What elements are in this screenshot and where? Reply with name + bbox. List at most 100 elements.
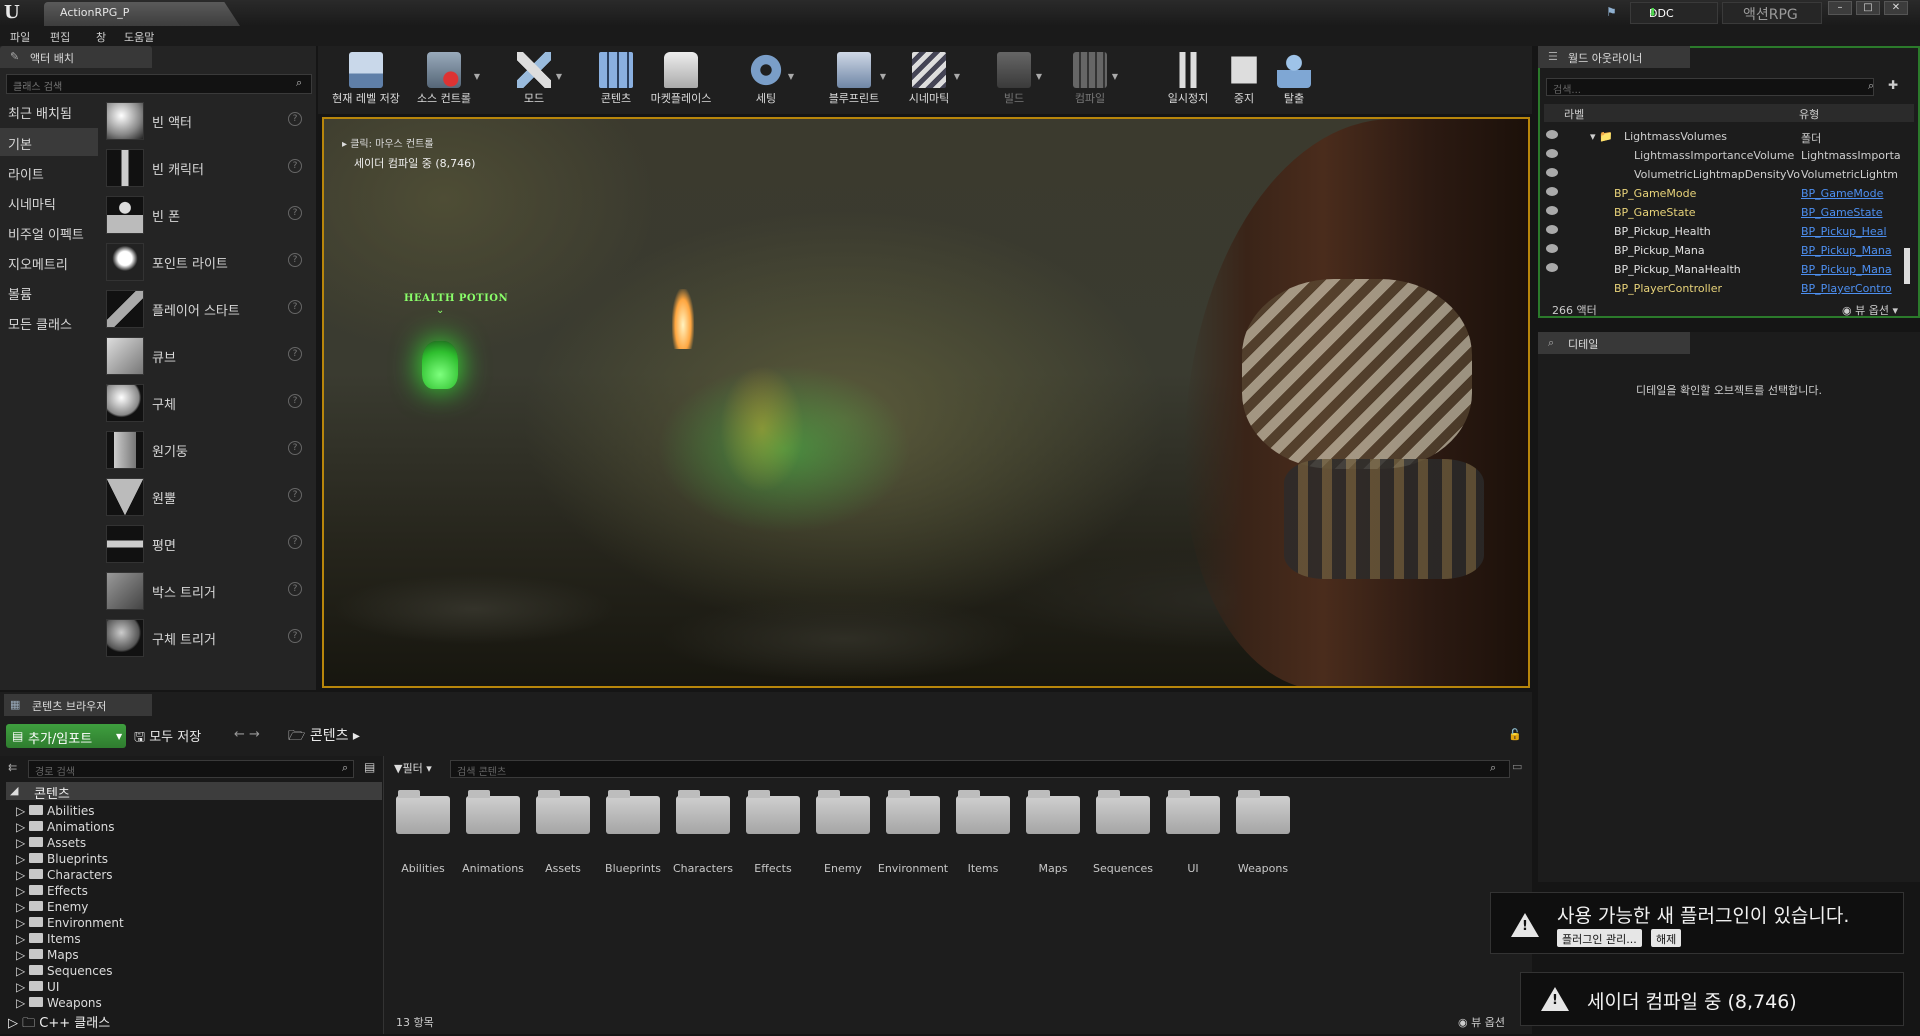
expand-arrow-icon[interactable]: ◢ bbox=[10, 784, 18, 797]
content-button[interactable]: 콘텐츠 bbox=[590, 48, 642, 112]
source-control-button[interactable]: 소스 컨트롤 ▼ bbox=[410, 48, 480, 112]
help-icon[interactable]: ? bbox=[288, 159, 302, 173]
outliner-row[interactable]: BP_Pickup_ManaHealth BP_Pickup_Mana bbox=[1544, 260, 1904, 279]
category-volumes[interactable]: 볼륨 bbox=[0, 278, 98, 306]
place-item-box-trigger[interactable]: 박스 트리거? bbox=[100, 568, 312, 614]
save-level-button[interactable]: 현재 레벨 저장 bbox=[326, 48, 406, 112]
outliner-row[interactable]: ▾ 📁 LightmassVolumes 폴더 bbox=[1544, 127, 1904, 146]
outliner-search-input[interactable]: 검색... bbox=[1546, 78, 1874, 96]
tree-folder-characters[interactable]: ▷ Characters bbox=[16, 868, 113, 884]
asset-folder-weapons[interactable]: Weapons bbox=[1232, 790, 1294, 892]
asset-folder-items[interactable]: Items bbox=[952, 790, 1014, 892]
visibility-eye-icon[interactable] bbox=[1546, 206, 1558, 215]
place-item-point-light[interactable]: 포인트 라이트? bbox=[100, 239, 312, 285]
column-label[interactable]: 라벨 bbox=[1564, 106, 1584, 122]
outliner-row[interactable]: LightmassImportanceVolume LightmassImport… bbox=[1544, 146, 1904, 165]
tree-folder-maps[interactable]: ▷ Maps bbox=[16, 948, 79, 964]
view-list-icon[interactable]: ▤ bbox=[364, 760, 375, 774]
tree-folder-animations[interactable]: ▷ Animations bbox=[16, 820, 114, 836]
chevron-right-icon[interactable]: ▸ bbox=[353, 728, 360, 744]
place-item-empty-pawn[interactable]: 빈 폰? bbox=[100, 192, 312, 238]
visibility-eye-icon[interactable] bbox=[1546, 244, 1558, 253]
outliner-row[interactable]: VolumetricLightmapDensityVo VolumetricLig… bbox=[1544, 165, 1904, 184]
category-recent[interactable]: 최근 배치됨 bbox=[0, 97, 98, 125]
settings-button[interactable]: 세팅 ▼ bbox=[740, 48, 794, 112]
tree-root-content[interactable]: 콘텐츠 bbox=[6, 782, 382, 802]
tree-folder-sequences[interactable]: ▷ Sequences bbox=[16, 964, 113, 980]
path-breadcrumb[interactable]: 🗁 콘텐츠 ▸ bbox=[288, 725, 360, 749]
asset-folder-effects[interactable]: Effects bbox=[742, 790, 804, 892]
help-icon[interactable]: ? bbox=[288, 112, 302, 126]
tree-folder-effects[interactable]: ▷ Effects bbox=[16, 884, 88, 900]
forward-arrow-icon[interactable]: → bbox=[249, 727, 260, 742]
help-icon[interactable]: ? bbox=[288, 206, 302, 220]
content-browser-tab[interactable]: 콘텐츠 브라우저 bbox=[4, 694, 152, 716]
help-icon[interactable]: ? bbox=[288, 441, 302, 455]
build-button[interactable]: 빌드 ▼ bbox=[988, 48, 1042, 112]
category-all-classes[interactable]: 모든 클래스 bbox=[0, 308, 98, 336]
dismiss-button[interactable]: 해제 bbox=[1651, 929, 1682, 947]
cinematics-button[interactable]: 시네마틱 ▼ bbox=[900, 48, 960, 112]
tree-folder-assets[interactable]: ▷ Assets bbox=[16, 836, 86, 852]
ddc-button[interactable]: DDC bbox=[1630, 2, 1718, 24]
save-search-icon[interactable]: ▭ bbox=[1512, 760, 1522, 773]
asset-folder-abilities[interactable]: Abilities bbox=[392, 790, 454, 892]
visibility-eye-icon[interactable] bbox=[1546, 187, 1558, 196]
tree-cpp-classes[interactable]: ▷ 🗀 C++ 클래스 bbox=[8, 1012, 110, 1036]
content-search-input[interactable]: 검색 콘텐츠 bbox=[450, 760, 1510, 778]
manage-plugins-button[interactable]: 플러그인 관리... bbox=[1557, 929, 1642, 947]
outliner-row[interactable]: BP_GameState BP_GameState bbox=[1544, 203, 1904, 222]
help-icon[interactable]: ? bbox=[288, 535, 302, 549]
add-actor-icon[interactable]: ✚ bbox=[1888, 78, 1898, 92]
category-cinematic[interactable]: 시네마틱 bbox=[0, 188, 98, 216]
content-view-options[interactable]: ◉ 뷰 옵션 bbox=[1458, 1014, 1505, 1030]
tree-folder-enemy[interactable]: ▷ Enemy bbox=[16, 900, 88, 916]
menu-window[interactable]: 창 bbox=[96, 29, 106, 45]
details-tab[interactable]: 디테일 bbox=[1538, 332, 1690, 354]
place-item-empty-actor[interactable]: 빈 액터? bbox=[100, 98, 312, 144]
visibility-eye-icon[interactable] bbox=[1546, 130, 1558, 139]
asset-folder-enemy[interactable]: Enemy bbox=[812, 790, 874, 892]
help-icon[interactable]: ? bbox=[288, 347, 302, 361]
category-basic[interactable]: 기본 bbox=[0, 128, 98, 156]
place-item-sphere[interactable]: 구체? bbox=[100, 380, 312, 426]
help-icon[interactable]: ? bbox=[288, 394, 302, 408]
notification-flag-icon[interactable]: ⚑ bbox=[1606, 5, 1617, 19]
place-item-cone[interactable]: 원뿔? bbox=[100, 474, 312, 520]
category-lights[interactable]: 라이트 bbox=[0, 158, 98, 186]
place-item-cylinder[interactable]: 원기둥? bbox=[100, 427, 312, 473]
tree-folder-ui[interactable]: ▷ UI bbox=[16, 980, 59, 996]
pause-button[interactable]: 일시정지 bbox=[1162, 48, 1214, 112]
level-viewport[interactable]: ▸ 클릭: 마우스 컨트롤 세이더 컴파일 중 (8,746) HEALTH P… bbox=[322, 117, 1530, 688]
menu-edit[interactable]: 편집 bbox=[50, 29, 70, 45]
visibility-eye-icon[interactable] bbox=[1546, 149, 1558, 158]
tree-folder-blueprints[interactable]: ▷ Blueprints bbox=[16, 852, 108, 868]
blueprints-button[interactable]: 블루프린트 ▼ bbox=[824, 48, 886, 112]
help-icon[interactable]: ? bbox=[288, 582, 302, 596]
history-nav[interactable]: ← → bbox=[234, 727, 260, 742]
place-actors-tab[interactable]: 액터 배치 bbox=[0, 46, 152, 68]
asset-folder-blueprints[interactable]: Blueprints bbox=[602, 790, 664, 892]
outliner-row[interactable]: BP_Pickup_Health BP_Pickup_Heal bbox=[1544, 222, 1904, 241]
level-tab[interactable]: ActionRPG_P bbox=[44, 2, 240, 26]
filter-button[interactable]: ▼필터 ▾ bbox=[394, 760, 432, 776]
tree-folder-items[interactable]: ▷ Items bbox=[16, 932, 81, 948]
outliner-row[interactable]: BP_Pickup_Mana BP_Pickup_Mana bbox=[1544, 241, 1904, 260]
help-icon[interactable]: ? bbox=[288, 300, 302, 314]
visibility-eye-icon[interactable] bbox=[1546, 263, 1558, 272]
save-all-button[interactable]: 🖫 모두 저장 bbox=[134, 726, 201, 750]
place-item-cube[interactable]: 큐브? bbox=[100, 333, 312, 379]
asset-folder-environment[interactable]: Environment bbox=[878, 790, 948, 892]
menu-help[interactable]: 도움말 bbox=[124, 29, 154, 45]
outliner-scrollbar[interactable] bbox=[1904, 248, 1910, 284]
asset-folder-maps[interactable]: Maps bbox=[1022, 790, 1084, 892]
maximize-button[interactable]: □ bbox=[1856, 1, 1880, 15]
place-item-player-start[interactable]: 플레이어 스타트? bbox=[100, 286, 312, 332]
compile-button[interactable]: 컴파일 ▼ bbox=[1064, 48, 1118, 112]
close-button[interactable]: ✕ bbox=[1884, 1, 1908, 15]
category-visual-effects[interactable]: 비주얼 이펙트 bbox=[0, 218, 98, 246]
place-item-empty-character[interactable]: 빈 캐릭터? bbox=[100, 145, 312, 191]
collapse-sources-icon[interactable]: ⇇ bbox=[8, 761, 17, 774]
asset-folder-sequences[interactable]: Sequences bbox=[1092, 790, 1154, 892]
modes-button[interactable]: 모드 ▼ bbox=[508, 48, 562, 112]
